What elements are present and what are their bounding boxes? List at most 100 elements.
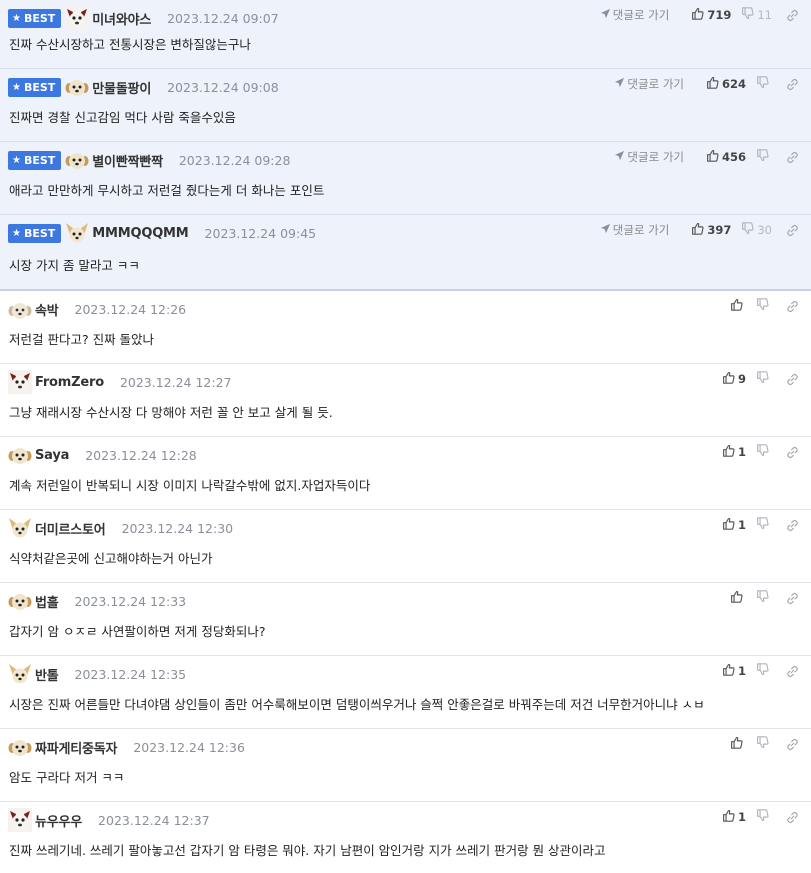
upvote-button[interactable] xyxy=(730,298,746,314)
upvote-button[interactable]: 624 xyxy=(706,76,746,92)
nickname[interactable]: 더미르스토어 xyxy=(35,519,106,538)
upvote-button[interactable]: 456 xyxy=(706,149,746,165)
avatar[interactable] xyxy=(8,370,32,394)
avatar[interactable] xyxy=(8,808,32,832)
comment-text: 시장 가지 좀 말라고 ㅋㅋ xyxy=(9,258,140,273)
best-comment: ★ BEST 별이빤짝빤짝 2023.12.24 09:28 애라고 만만하게 무시하고… xyxy=(0,142,811,215)
comment-text: 시장은 진짜 어른들만 다녀야댐 상인들이 좀만 어수룩해보이면 덤탱이씌우거나… xyxy=(9,697,705,712)
best-comment: ★ BEST 미녀와야스 2023.12.24 09:07 진짜 수산시장하고 전통시장… xyxy=(0,0,811,69)
arrow-icon xyxy=(614,77,627,91)
upvote-count: 397 xyxy=(707,223,732,237)
goto-comment-link[interactable]: 댓글로 가기 xyxy=(600,7,670,23)
copy-link-icon[interactable] xyxy=(786,300,799,313)
upvote-button[interactable]: 1 xyxy=(722,517,746,533)
goto-comment-link[interactable]: 댓글로 가기 xyxy=(600,222,670,238)
thumbs-down-icon xyxy=(756,809,772,825)
best-label: BEST xyxy=(23,11,56,25)
nickname[interactable]: 법흘 xyxy=(35,592,59,611)
goto-label: 댓글로 가기 xyxy=(612,8,670,22)
comment-header: 더미르스토어 2023.12.24 12:30 xyxy=(8,516,233,540)
nickname[interactable]: 짜파게티중독자 xyxy=(35,738,118,757)
copy-link-icon[interactable] xyxy=(786,9,799,22)
goto-label: 댓글로 가기 xyxy=(612,223,670,237)
nickname[interactable]: 뉴우우우 xyxy=(35,811,82,830)
nickname[interactable]: FromZero xyxy=(35,375,104,390)
downvote-button[interactable] xyxy=(756,444,772,460)
nickname[interactable]: 만물돌팡이 xyxy=(92,78,151,97)
avatar[interactable] xyxy=(8,735,32,759)
downvote-button[interactable]: 11 xyxy=(741,7,772,23)
upvote-button[interactable]: 397 xyxy=(691,222,731,238)
nickname[interactable]: MMMQQQMM xyxy=(92,226,188,241)
goto-comment-link[interactable]: 댓글로 가기 xyxy=(614,76,684,92)
star-icon: ★ xyxy=(12,227,21,239)
timestamp: 2023.12.24 12:36 xyxy=(133,739,245,755)
copy-link-icon[interactable] xyxy=(786,446,799,459)
downvote-button[interactable] xyxy=(756,371,772,387)
avatar[interactable] xyxy=(8,297,32,321)
downvote-button[interactable] xyxy=(756,736,772,752)
comment: 반톨 2023.12.24 12:35 시장은 진짜 어른들만 다녀야댐 상인들이 … xyxy=(0,656,811,729)
comment-text: 진짜 수산시장하고 전통시장은 변하질않는구나 xyxy=(9,37,251,52)
upvote-button[interactable] xyxy=(730,590,746,606)
thumbs-down-icon xyxy=(756,736,772,752)
avatar[interactable] xyxy=(8,443,32,467)
avatar[interactable] xyxy=(65,75,89,99)
comment-actions: 댓글로 가기 397 30 xyxy=(600,221,799,239)
avatar[interactable] xyxy=(8,589,32,613)
comment-text: 애라고 만만하게 무시하고 저런걸 줬다는게 더 화나는 포인트 xyxy=(9,183,325,198)
nickname[interactable]: 속박 xyxy=(35,300,59,319)
downvote-button[interactable] xyxy=(756,149,772,165)
thumbs-down-icon xyxy=(756,590,772,606)
timestamp: 2023.12.24 12:30 xyxy=(121,520,234,536)
avatar[interactable] xyxy=(65,148,89,172)
timestamp: 2023.12.24 12:27 xyxy=(119,374,232,390)
avatar[interactable] xyxy=(65,6,90,30)
avatar[interactable] xyxy=(65,221,89,245)
upvote-button[interactable]: 1 xyxy=(722,809,746,825)
upvote-button[interactable]: 1 xyxy=(722,663,746,679)
upvote-button[interactable] xyxy=(730,736,746,752)
nickname[interactable]: Saya xyxy=(35,448,69,463)
goto-comment-link[interactable]: 댓글로 가기 xyxy=(614,149,684,165)
copy-link-icon[interactable] xyxy=(786,811,799,824)
downvote-button[interactable] xyxy=(756,663,772,679)
nickname[interactable]: 별이빤짝빤짝 xyxy=(92,151,163,170)
copy-link-icon[interactable] xyxy=(786,665,799,678)
upvote-count: 1 xyxy=(737,664,746,678)
downvote-button[interactable] xyxy=(756,298,772,314)
copy-link-icon[interactable] xyxy=(786,738,799,751)
upvote-button[interactable]: 719 xyxy=(691,7,731,23)
downvote-count: 30 xyxy=(757,223,772,237)
thumbs-down-icon xyxy=(756,76,772,92)
best-badge: ★ BEST xyxy=(8,150,62,170)
downvote-button[interactable] xyxy=(756,76,772,92)
comment-text: 진짜 쓰레기네. 쓰레기 팔아놓고선 갑자기 암 타령은 뭐야. 자기 남편이 … xyxy=(9,843,606,858)
star-icon: ★ xyxy=(12,154,21,166)
upvote-button[interactable]: 9 xyxy=(722,371,746,387)
downvote-button[interactable] xyxy=(756,517,772,533)
comment-header: 짜파게티중독자 2023.12.24 12:36 xyxy=(8,735,245,759)
copy-link-icon[interactable] xyxy=(786,224,799,237)
goto-label: 댓글로 가기 xyxy=(627,150,684,164)
copy-link-icon[interactable] xyxy=(786,592,799,605)
timestamp: 2023.12.24 12:37 xyxy=(98,812,210,828)
upvote-button[interactable]: 1 xyxy=(722,444,746,460)
copy-link-icon[interactable] xyxy=(786,78,799,91)
copy-link-icon[interactable] xyxy=(786,151,799,164)
timestamp: 2023.12.24 12:28 xyxy=(85,447,197,463)
avatar[interactable] xyxy=(8,516,32,540)
nickname[interactable]: 반톨 xyxy=(35,665,59,684)
downvote-button[interactable] xyxy=(756,809,772,825)
best-label: BEST xyxy=(23,80,56,94)
downvote-button[interactable]: 30 xyxy=(741,222,772,238)
downvote-button[interactable] xyxy=(756,590,772,606)
nickname[interactable]: 미녀와야스 xyxy=(92,9,151,28)
copy-link-icon[interactable] xyxy=(786,373,799,386)
timestamp: 2023.12.24 09:07 xyxy=(167,10,279,26)
avatar[interactable] xyxy=(8,662,32,686)
best-badge: ★ BEST xyxy=(8,77,62,97)
copy-link-icon[interactable] xyxy=(786,519,799,532)
thumbs-up-icon xyxy=(730,590,746,606)
comment-header: Saya 2023.12.24 12:28 xyxy=(8,443,197,467)
